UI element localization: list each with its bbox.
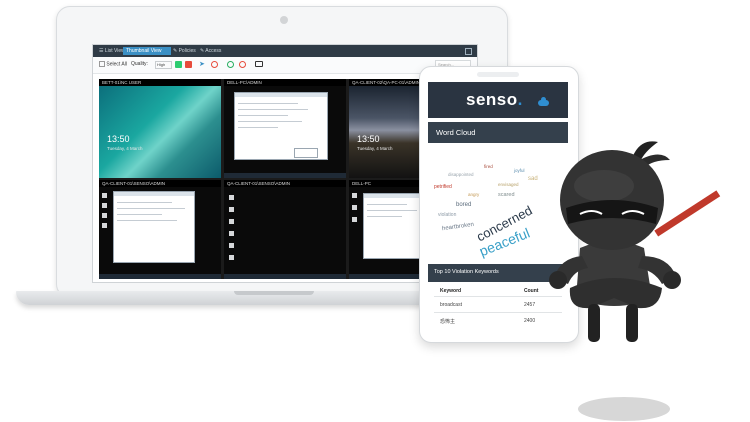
zoom-in-icon[interactable] [227,61,234,68]
lock-screen-image: 13:50 Tuesday, 4 March [99,86,221,178]
word-cloud-title: Word Cloud [436,128,476,137]
select-all-label: Select All [106,61,127,68]
webcam-dot [280,16,288,24]
tab-thumbnail-view[interactable]: Thumbnail View [123,47,171,55]
tile-label: BETT-01\NC USER [102,80,142,85]
thumbnail-tile[interactable]: BETT-01\NC USER 13:50 Tuesday, 4 March [99,79,221,178]
quality-label: Quality: [131,61,148,67]
lock-date: Tuesday, 4 March [357,146,393,151]
explorer-window [113,191,195,263]
tile-label: QA-CLIENT-02\QA-PC-01\ADMIN [352,80,421,85]
laptop-notch [234,291,314,295]
tile-label: QA-CLIENT-01\SENSO\ADMIN [227,181,291,186]
thumbnail-grid: BETT-01\NC USER 13:50 Tuesday, 4 March D… [99,79,471,279]
word-cloud-word: bored [456,202,472,208]
lock-time: 13:50 [357,134,380,144]
violation-title: Top 10 Violation Keywords [434,269,499,275]
keyword-cell: broadcast [440,302,462,308]
ninja-mascot-icon [549,141,721,342]
count-cell: 2457 [524,302,536,308]
monitor-icon[interactable] [255,61,263,67]
add-icon[interactable] [175,61,182,68]
word-cloud-word: petrified [434,184,452,190]
word-cloud-word: angry [468,192,480,197]
word-cloud-word: disappointed [448,172,474,177]
pointer-icon[interactable]: ➤ [199,61,205,68]
dialog-window [294,148,318,158]
quality-select[interactable]: High [155,61,172,69]
desktop-image [224,86,346,178]
tab-policies[interactable]: ✎ Policies [170,47,196,55]
count-column-header: Count [524,288,539,294]
desktop-image [99,187,221,279]
phone-speaker [477,72,519,77]
taskbar [224,173,346,178]
tile-label: DELL-PC\ADMIN [227,80,262,85]
fullscreen-icon[interactable] [465,48,472,55]
word-cloud-word: joyful [514,168,525,173]
mascot-shadow [578,397,670,421]
keyword-column-header: Keyword [440,288,462,294]
checkbox-icon [99,61,105,67]
keyword-cell: 恐怖主 [440,319,456,325]
word-cloud-word: envisaged [498,182,519,187]
thumbnail-tile[interactable]: QA-CLIENT-01\SENSO\ADMIN [99,180,221,279]
lock-date: Tuesday, 4 March [107,146,143,151]
select-all-checkbox[interactable]: Select All [99,61,127,67]
taskbar [224,274,346,279]
tab-list-view[interactable]: ☰ List View [96,47,125,55]
explorer-window [363,193,425,259]
word-cloud-word: fired [484,164,493,169]
thumbnail-tile[interactable]: QA-CLIENT-01\SENSO\ADMIN [224,180,346,279]
taskbar [99,274,221,279]
cloud-icon [538,97,549,106]
word-cloud-word: violation [438,212,457,218]
word-cloud-word: heartbroken [441,221,475,233]
senso-header: senso. [428,82,568,118]
block-icon[interactable] [211,61,218,68]
word-cloud-word: scared [498,192,515,198]
senso-logo: senso. [466,90,523,109]
tab-access[interactable]: ✎ Access [197,47,221,55]
lock-time: 13:50 [107,134,130,144]
desktop-image [224,187,346,279]
view-tabbar: ☰ List View Thumbnail View ✎ Policies ✎ … [93,45,477,57]
tile-label: QA-CLIENT-01\SENSO\ADMIN [102,181,166,186]
word-cloud-word: sad [528,176,538,182]
zoom-out-icon[interactable] [239,61,246,68]
remove-icon[interactable] [185,61,192,68]
count-cell: 2400 [524,318,536,324]
thumbnail-tile[interactable]: DELL-PC\ADMIN [224,79,346,178]
tile-label: DELL-PC [352,181,372,186]
